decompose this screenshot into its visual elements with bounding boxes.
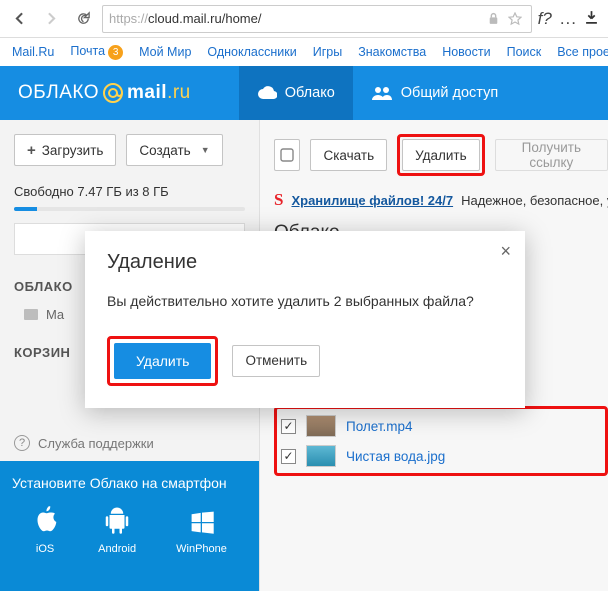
file-thumbnail <box>306 415 336 437</box>
platform-winphone[interactable]: WinPhone <box>176 509 227 555</box>
confirm-highlight: Удалить <box>107 336 218 386</box>
cancel-button[interactable]: Отменить <box>232 345 320 377</box>
promo-title: Установите Облако на смартфон <box>12 475 247 491</box>
file-row[interactable]: Чистая вода.jpg <box>281 441 601 471</box>
tab-shared[interactable]: Общий доступ <box>353 66 516 120</box>
modal-title: Удаление <box>107 251 503 274</box>
android-icon <box>104 505 130 535</box>
delete-button[interactable]: Удалить <box>402 139 480 171</box>
windows-icon <box>189 509 215 535</box>
delete-highlight: Удалить <box>397 134 485 176</box>
portal-link-world[interactable]: Мой Мир <box>139 45 191 59</box>
download-button[interactable]: Скачать <box>310 139 387 171</box>
selection-highlight: Полет.mp4 Чистая вода.jpg <box>274 406 608 476</box>
ad-logo-icon: S <box>274 190 283 210</box>
apple-icon <box>32 505 58 535</box>
file-checkbox[interactable] <box>281 419 296 434</box>
file-checkbox[interactable] <box>281 449 296 464</box>
folder-icon <box>24 309 38 320</box>
platform-android-label: Android <box>98 543 136 555</box>
tab-shared-label: Общий доступ <box>401 85 498 101</box>
portal-link-news[interactable]: Новости <box>442 45 490 59</box>
lock-icon <box>483 12 505 25</box>
ad-link[interactable]: Хранилище файлов! 24/7 <box>291 193 453 208</box>
font-query-button[interactable]: f? <box>538 9 552 29</box>
url-host: cloud.mail.ru <box>148 11 222 26</box>
help-icon: ? <box>14 435 30 451</box>
more-button[interactable]: ... <box>560 9 577 29</box>
support-link[interactable]: ? Служба поддержки <box>14 435 154 451</box>
portal-link-mailru[interactable]: Mail.Ru <box>12 45 54 59</box>
browser-toolbar: https:// cloud.mail.ru /home/ f? ... <box>0 0 608 38</box>
people-icon <box>371 86 393 100</box>
logo[interactable]: ОБЛАКО mail . ru <box>0 81 209 105</box>
get-link-button[interactable]: Получить ссылку <box>495 139 608 171</box>
support-label: Служба поддержки <box>38 436 154 451</box>
ad-text: Надежное, безопасное, удо <box>461 193 608 208</box>
platform-ios[interactable]: iOS <box>32 505 58 555</box>
tab-cloud-label: Облако <box>285 85 335 101</box>
storage-bar <box>14 207 245 211</box>
create-button[interactable]: Создать ▼ <box>126 134 222 166</box>
mail-badge: 3 <box>108 45 123 60</box>
address-bar[interactable]: https:// cloud.mail.ru /home/ <box>102 5 532 33</box>
upload-label: Загрузить <box>42 143 104 158</box>
app-header: ОБЛАКО mail . ru Облако Общий доступ <box>0 66 608 120</box>
bookmark-star-icon[interactable] <box>505 12 525 26</box>
file-row[interactable]: Полет.mp4 <box>281 411 601 441</box>
content-toolbar: Скачать Удалить Получить ссылку <box>274 134 608 176</box>
logo-prefix: ОБЛАКО <box>18 82 99 104</box>
storage-text: Свободно 7.47 ГБ из 8 ГБ <box>14 184 245 199</box>
at-icon <box>101 81 125 105</box>
forward-button[interactable] <box>38 6 64 32</box>
back-button[interactable] <box>6 6 32 32</box>
modal-close-button[interactable]: × <box>500 241 511 262</box>
upload-button[interactable]: +Загрузить <box>14 134 116 166</box>
platform-ios-label: iOS <box>36 543 54 555</box>
portal-link-search[interactable]: Поиск <box>507 45 542 59</box>
logo-mail: mail <box>127 82 167 104</box>
portal-link-all[interactable]: Все проекты <box>557 45 608 59</box>
refresh-button[interactable] <box>70 6 96 32</box>
portal-link-ok[interactable]: Одноклассники <box>207 45 296 59</box>
browser-right-controls: f? ... <box>538 9 602 29</box>
mobile-promo: Установите Облако на смартфон iOS Androi… <box>0 461 259 591</box>
cloud-icon <box>257 86 277 100</box>
file-name[interactable]: Полет.mp4 <box>346 419 413 434</box>
downloads-button[interactable] <box>585 10 598 28</box>
select-all-checkbox[interactable] <box>274 139 300 171</box>
delete-confirm-modal: × Удаление Вы действительно хотите удали… <box>85 231 525 408</box>
portal-nav: Mail.Ru Почта3 Мой Мир Одноклассники Игр… <box>0 38 608 66</box>
file-name[interactable]: Чистая вода.jpg <box>346 449 445 464</box>
get-link-label: Получить ссылку <box>508 140 595 170</box>
portal-link-games[interactable]: Игры <box>313 45 342 59</box>
confirm-delete-button[interactable]: Удалить <box>114 343 211 379</box>
delete-label: Удалить <box>415 148 467 163</box>
ad-strip[interactable]: S Хранилище файлов! 24/7 Надежное, безоп… <box>274 190 608 210</box>
caret-down-icon: ▼ <box>201 145 210 155</box>
platform-android[interactable]: Android <box>98 505 136 555</box>
modal-text: Вы действительно хотите удалить 2 выбран… <box>107 292 503 312</box>
portal-link-mail[interactable]: Почта3 <box>70 44 123 60</box>
url-path: /home/ <box>222 11 262 26</box>
file-thumbnail <box>306 445 336 467</box>
logo-ru: ru <box>173 82 191 104</box>
url-protocol: https:// <box>109 11 148 26</box>
tab-cloud[interactable]: Облако <box>239 66 353 120</box>
download-label: Скачать <box>323 148 374 163</box>
portal-link-dating[interactable]: Знакомства <box>358 45 426 59</box>
create-label: Создать <box>139 143 190 158</box>
platform-winphone-label: WinPhone <box>176 543 227 555</box>
